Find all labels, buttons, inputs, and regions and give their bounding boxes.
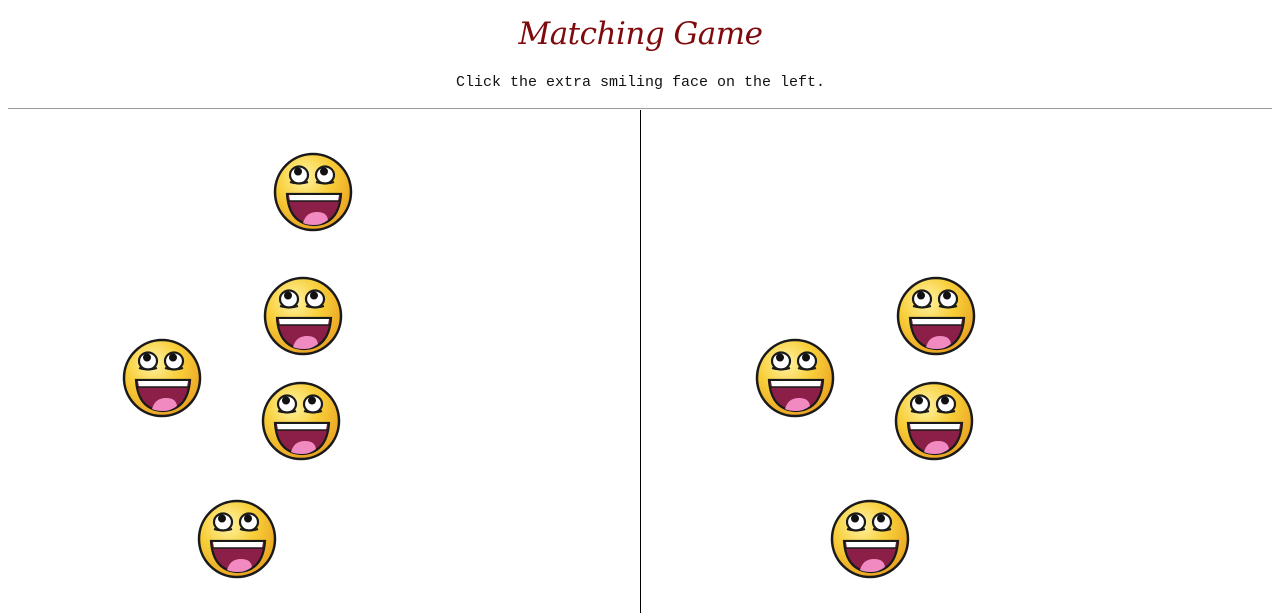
smiley-face-icon	[830, 499, 910, 579]
smiley-face-icon[interactable]	[263, 276, 343, 356]
left-side-panel[interactable]	[8, 110, 641, 613]
header-divider	[8, 108, 1272, 109]
game-page: Matching Game Click the extra smiling fa…	[0, 0, 1281, 613]
smiley-face-icon	[894, 381, 974, 461]
smiley-face-icon[interactable]	[122, 338, 202, 418]
right-side-panel	[641, 110, 1272, 613]
smiley-face-icon[interactable]	[261, 381, 341, 461]
smiley-face-icon	[755, 338, 835, 418]
smiley-face-icon[interactable]	[273, 152, 353, 232]
smiley-face-icon	[896, 276, 976, 356]
smiley-face-icon[interactable]	[197, 499, 277, 579]
page-title: Matching Game	[518, 16, 763, 52]
instructions-text: Click the extra smiling face on the left…	[455, 74, 826, 91]
